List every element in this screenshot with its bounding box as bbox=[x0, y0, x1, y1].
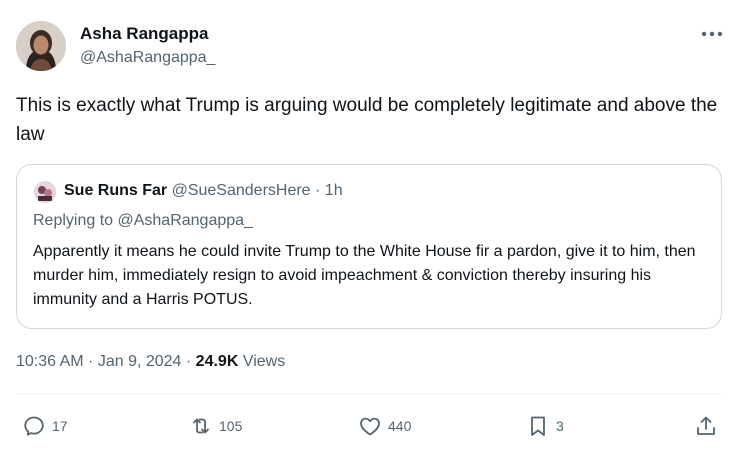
reply-count: 17 bbox=[52, 418, 68, 434]
author-name[interactable]: Asha Rangappa bbox=[80, 24, 208, 44]
views-label: Views bbox=[238, 353, 286, 370]
like-count: 440 bbox=[388, 418, 412, 434]
share-button[interactable] bbox=[694, 413, 718, 439]
tweet-text: This is exactly what Trump is arguing wo… bbox=[16, 95, 718, 145]
meta-separator: · bbox=[83, 353, 98, 370]
reply-icon bbox=[24, 416, 44, 436]
bookmark-icon bbox=[531, 416, 545, 436]
quote-text: Apparently it means he could invite Trum… bbox=[33, 243, 696, 308]
author-handle[interactable]: @AshaRangappa_ bbox=[80, 49, 215, 67]
divider bbox=[16, 393, 723, 394]
quote-avatar bbox=[34, 181, 56, 203]
bookmark-button[interactable]: 3 bbox=[526, 413, 564, 439]
repost-icon bbox=[193, 418, 209, 434]
like-button[interactable]: 440 bbox=[358, 413, 411, 439]
quote-author-name: Sue Runs Far bbox=[64, 182, 168, 199]
tweet-time[interactable]: 10:36 AM bbox=[16, 353, 84, 370]
views-count: 24.9K bbox=[195, 353, 239, 370]
like-icon bbox=[360, 417, 380, 436]
repost-count: 105 bbox=[219, 418, 243, 434]
quote-header: Sue Runs Far @SueSandersHere · 1h bbox=[64, 182, 343, 200]
meta-separator-2: · bbox=[181, 353, 196, 370]
more-icon bbox=[701, 31, 723, 37]
tweet-meta: 10:36 AM · Jan 9, 2024 · 24.9K Views bbox=[16, 353, 285, 371]
reply-button[interactable]: 17 bbox=[22, 413, 68, 439]
quoted-tweet[interactable]: Sue Runs Far @SueSandersHere · 1h Replyi… bbox=[16, 164, 722, 329]
share-icon bbox=[697, 416, 715, 435]
bookmark-count: 3 bbox=[556, 418, 564, 434]
quote-separator: · bbox=[310, 182, 325, 199]
repost-button[interactable]: 105 bbox=[189, 413, 242, 439]
quote-author-handle: @SueSandersHere bbox=[171, 182, 311, 199]
tweet-date[interactable]: Jan 9, 2024 bbox=[98, 353, 182, 370]
quote-replying-to: Replying to @AshaRangappa_ bbox=[33, 212, 253, 229]
quote-time: 1h bbox=[324, 182, 343, 199]
author-avatar[interactable] bbox=[16, 21, 66, 71]
more-options-button[interactable] bbox=[698, 22, 726, 46]
